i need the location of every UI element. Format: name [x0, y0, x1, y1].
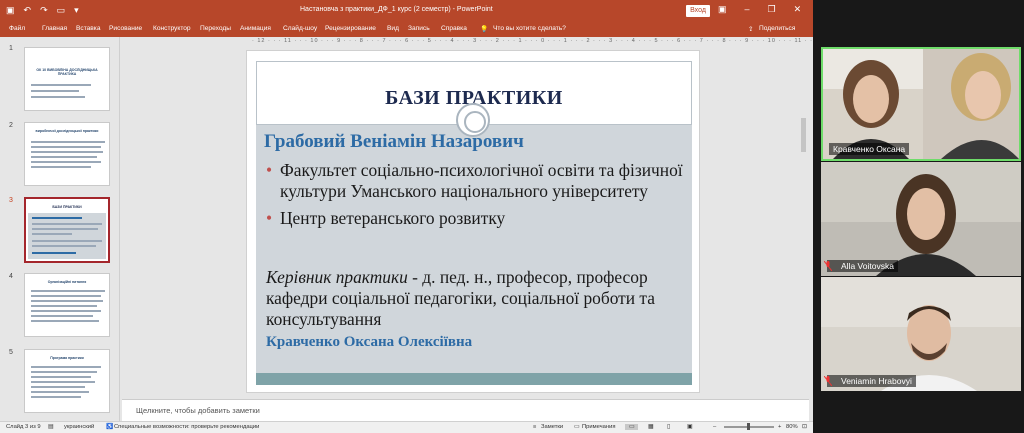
fit-slide-icon[interactable]: ⊡ — [802, 424, 807, 430]
comments-button[interactable]: Примечания — [582, 424, 615, 430]
save-icon[interactable]: ▣ — [6, 5, 15, 15]
thumbnail-title: БАЗИ ПРАКТИКИ — [52, 205, 82, 209]
spellcheck-icon[interactable]: ▤ — [48, 424, 53, 430]
tab-file[interactable]: Файл — [9, 25, 25, 32]
slide-counter: Слайд 3 из 9 — [6, 424, 41, 430]
supervisor-label: Керівник практики — [266, 267, 408, 287]
minimize-icon[interactable]: – — [745, 4, 750, 15]
redo-icon[interactable]: ↷ — [40, 5, 48, 15]
customize-icon[interactable]: ▾ — [74, 5, 79, 15]
thumbnail-title: Програма практики — [50, 356, 84, 360]
tab-slideshow[interactable]: Слайд-шоу — [283, 25, 317, 32]
reading-view-icon[interactable]: ▯ — [667, 424, 670, 430]
mic-muted-icon — [824, 376, 832, 386]
thumbnail-title: виробничої дослідницької практики — [35, 129, 99, 133]
notes-icon: ≡ — [533, 424, 537, 430]
login-button[interactable]: Вход — [686, 5, 710, 17]
horizontal-ruler: · 12 · · · 11 · · · 10 · · · 9 · · · 8 ·… — [252, 38, 829, 44]
slide-thumbnail-5[interactable]: Програма практики — [24, 349, 110, 413]
accessibility-status[interactable]: Специальные возможности: проверьте реком… — [114, 424, 259, 430]
lightbulb-icon: 💡 — [480, 26, 489, 33]
participant-name: Кравченко Оксана — [829, 143, 910, 155]
slide-thumbnail-2[interactable]: виробничої дослідницької практики — [24, 122, 110, 186]
tab-review[interactable]: Рецензирование — [325, 25, 376, 32]
notes-pane[interactable]: Щелкните, чтобы добавить заметки — [122, 399, 809, 421]
quick-access-toolbar: ▣ ↶ ↷ ▭ ▾ — [6, 5, 79, 15]
ribbon-display-icon[interactable]: ▣ — [718, 4, 727, 15]
tab-help[interactable]: Справка — [441, 25, 467, 32]
participant-name: Veniamin Hrabovyi — [827, 375, 916, 387]
vertical-scrollbar[interactable] — [801, 118, 806, 152]
participant-video — [821, 162, 1021, 276]
language-indicator[interactable]: украинский — [64, 424, 94, 430]
zoom-in-icon[interactable]: + — [778, 424, 781, 430]
thumbnail-number: 4 — [9, 273, 13, 280]
share-button[interactable]: Поделиться — [759, 25, 795, 32]
tab-view[interactable]: Вид — [387, 25, 399, 32]
thumbnail-title: ОК 10 ВИБОВЛІНА ДОСЛІДНИЦЬКА ПРАКТИКА — [36, 68, 98, 76]
thumbnail-number: 3 — [9, 197, 13, 204]
window-controls: ▣ – ❐ ✕ — [718, 4, 801, 15]
slide-thumbnail-4[interactable]: Організаційні питання — [24, 273, 110, 337]
slide-thumbnail-pane: 1 ОК 10 ВИБОВЛІНА ДОСЛІДНИЦЬКА ПРАКТИКА … — [0, 37, 120, 421]
accessibility-icon: ♿ — [106, 424, 114, 430]
slide-thumbnail-3[interactable]: БАЗИ ПРАКТИКИ — [24, 197, 110, 263]
present-icon[interactable]: ▭ — [57, 5, 66, 15]
tab-record[interactable]: Запись — [408, 25, 430, 32]
normal-view-icon[interactable]: ▭ — [625, 424, 639, 430]
zoom-slider-thumb[interactable] — [747, 423, 750, 430]
participant-name: Alla Voitovska — [827, 260, 898, 272]
participant-tile-hrabovyi[interactable]: Veniamin Hrabovyi — [821, 277, 1021, 391]
zoom-out-icon[interactable]: – — [713, 424, 716, 430]
zoom-level[interactable]: 80% — [786, 424, 798, 430]
status-bar: Слайд 3 из 9 ▤ украинский ♿ Специальные … — [0, 421, 813, 433]
tab-home[interactable]: Главная — [42, 25, 67, 32]
tab-design[interactable]: Конструктор — [153, 25, 191, 32]
notes-placeholder: Щелкните, чтобы добавить заметки — [136, 406, 260, 415]
notes-button[interactable]: Заметки — [541, 424, 563, 430]
slide-thumbnail-1[interactable]: ОК 10 ВИБОВЛІНА ДОСЛІДНИЦЬКА ПРАКТИКА — [24, 47, 110, 111]
participant-tile-kravchenko[interactable]: Кравченко Оксана — [821, 47, 1021, 161]
tab-transitions[interactable]: Переходы — [200, 25, 231, 32]
tab-animations[interactable]: Анимация — [240, 25, 271, 32]
bottom-accent-strip — [256, 373, 692, 385]
powerpoint-window: ▣ ↶ ↷ ▭ ▾ Настановча з практики_ДФ_1 кур… — [0, 0, 829, 433]
supervisor-paragraph[interactable]: Керівник практики - д. пед. н., професор… — [266, 267, 686, 330]
ribbon-tabs: Файл Главная Вставка Рисование Конструкт… — [0, 21, 813, 37]
person-heading[interactable]: Грабовий Веніамін Назарович — [264, 131, 524, 153]
restore-icon[interactable]: ❐ — [768, 4, 776, 15]
supervisor-name[interactable]: Кравченко Оксана Олексіївна — [266, 334, 472, 351]
participant-tile-voitovska[interactable]: Alla Voitovska — [821, 162, 1021, 276]
thumbnail-title: Організаційні питання — [47, 280, 87, 284]
slideshow-view-icon[interactable]: ▣ — [687, 424, 692, 430]
bullet-item-center: Центр ветеранського розвитку — [266, 208, 686, 229]
undo-icon[interactable]: ↶ — [24, 5, 32, 15]
bullet-list[interactable]: Факультет соціально-психологічної освіти… — [266, 160, 686, 229]
share-icon: ⇪ — [748, 26, 754, 33]
tell-me-search[interactable]: Что вы хотите сделать? — [493, 25, 566, 32]
thumbnail-number: 5 — [9, 349, 13, 356]
title-bar: ▣ ↶ ↷ ▭ ▾ Настановча з практики_ДФ_1 кур… — [0, 0, 813, 21]
tab-insert[interactable]: Вставка — [76, 25, 101, 32]
tab-draw[interactable]: Рисование — [109, 25, 142, 32]
participant-video — [821, 277, 1021, 391]
comments-icon: ▭ — [574, 424, 580, 430]
slide-sorter-icon[interactable]: ▦ — [648, 424, 653, 430]
thumbnail-number: 2 — [9, 122, 13, 129]
bullet-item-faculty: Факультет соціально-психологічної освіти… — [266, 160, 686, 202]
mic-muted-icon — [824, 261, 832, 271]
thumbnail-number: 1 — [9, 45, 13, 52]
close-icon[interactable]: ✕ — [794, 4, 802, 15]
window-title: Настановча з практики_ДФ_1 курс (2 семес… — [300, 6, 493, 13]
